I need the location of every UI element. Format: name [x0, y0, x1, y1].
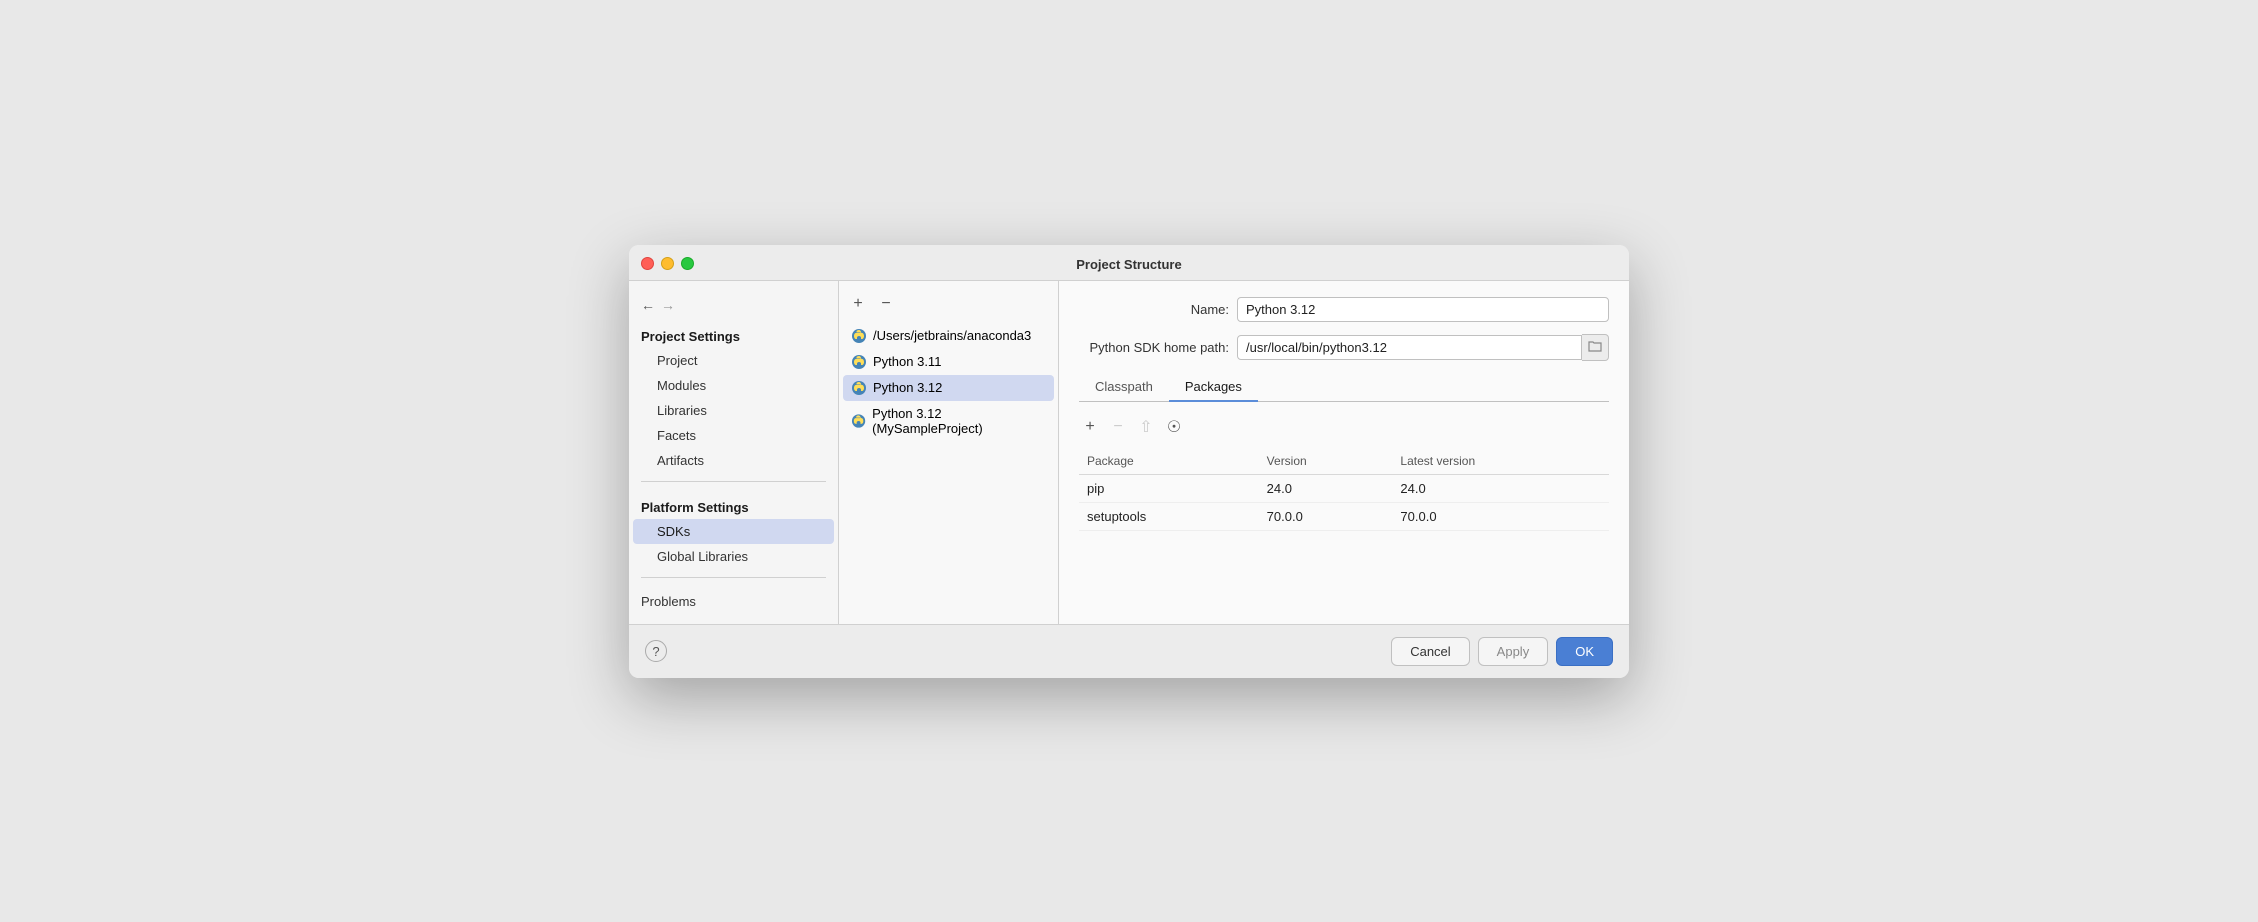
project-structure-window: Project Structure ← → Project Settings P… — [629, 245, 1629, 678]
sdk-item-python312[interactable]: Python 3.12 — [843, 375, 1054, 401]
python-icon — [851, 380, 867, 396]
sdk-toolbar: + − — [839, 289, 1058, 323]
minimize-button[interactable] — [661, 257, 674, 270]
cancel-button[interactable]: Cancel — [1391, 637, 1469, 666]
package-name-setuptools: setuptools — [1079, 502, 1259, 530]
sdk-item-python311[interactable]: Python 3.11 — [843, 349, 1054, 375]
packages-table: Package Version Latest version pip 24.0 … — [1079, 448, 1609, 531]
close-button[interactable] — [641, 257, 654, 270]
nav-row: ← → — [629, 291, 838, 319]
sidebar-divider — [641, 481, 826, 482]
sdk-item-anaconda3[interactable]: /Users/jetbrains/anaconda3 — [843, 323, 1054, 349]
sdk-path-input-group — [1237, 334, 1609, 361]
ok-button[interactable]: OK — [1556, 637, 1613, 666]
sidebar-item-facets[interactable]: Facets — [633, 423, 834, 448]
help-button[interactable]: ? — [645, 640, 667, 662]
sdk-list-panel: + − /Users/jetbrains/anaconda3 Python 3.… — [839, 281, 1059, 624]
titlebar: Project Structure — [629, 245, 1629, 281]
python-icon — [851, 413, 866, 429]
apply-button[interactable]: Apply — [1478, 637, 1549, 666]
sidebar-problems[interactable]: Problems — [629, 586, 838, 614]
package-latest-pip: 24.0 — [1392, 474, 1609, 502]
upload-package-button[interactable]: ⇧ — [1135, 416, 1157, 438]
python-icon — [851, 328, 867, 344]
sidebar: ← → Project Settings Project Modules Lib… — [629, 281, 839, 624]
sidebar-divider-2 — [641, 577, 826, 578]
sidebar-item-sdks[interactable]: SDKs — [633, 519, 834, 544]
sidebar-item-global-libraries[interactable]: Global Libraries — [633, 544, 834, 569]
sidebar-item-artifacts[interactable]: Artifacts — [633, 448, 834, 473]
tab-classpath[interactable]: Classpath — [1079, 373, 1169, 402]
package-version-pip: 24.0 — [1259, 474, 1393, 502]
python-icon — [851, 354, 867, 370]
package-version-setuptools: 70.0.0 — [1259, 502, 1393, 530]
col-package: Package — [1079, 448, 1259, 475]
project-settings-header: Project Settings — [629, 319, 838, 348]
folder-icon — [1588, 339, 1602, 353]
bottom-bar: ? Cancel Apply OK — [629, 624, 1629, 678]
back-arrow-icon[interactable]: ← — [641, 297, 655, 313]
remove-sdk-button[interactable]: − — [875, 293, 897, 315]
remove-package-button[interactable]: − — [1107, 416, 1129, 438]
package-latest-setuptools: 70.0.0 — [1392, 502, 1609, 530]
sdk-path-field-row: Python SDK home path: — [1079, 334, 1609, 361]
package-name-pip: pip — [1079, 474, 1259, 502]
packages-toolbar: + − ⇧ ☉ — [1079, 410, 1609, 444]
eye-package-button[interactable]: ☉ — [1163, 416, 1185, 438]
detail-panel: Name: Python SDK home path: Cl — [1059, 281, 1629, 624]
traffic-lights — [641, 257, 694, 270]
forward-arrow-icon[interactable]: → — [661, 297, 675, 313]
window-title: Project Structure — [1076, 257, 1181, 272]
maximize-button[interactable] — [681, 257, 694, 270]
main-content: ← → Project Settings Project Modules Lib… — [629, 281, 1629, 624]
table-row[interactable]: setuptools 70.0.0 70.0.0 — [1079, 502, 1609, 530]
add-sdk-button[interactable]: + — [847, 293, 869, 315]
sidebar-item-modules[interactable]: Modules — [633, 373, 834, 398]
name-field-row: Name: — [1079, 297, 1609, 322]
sdk-item-python312-sample[interactable]: Python 3.12 (MySampleProject) — [843, 401, 1054, 441]
tab-packages[interactable]: Packages — [1169, 373, 1258, 402]
name-input[interactable] — [1237, 297, 1609, 322]
bottom-actions: Cancel Apply OK — [1391, 637, 1613, 666]
sdk-path-label: Python SDK home path: — [1079, 340, 1229, 355]
col-latest: Latest version — [1392, 448, 1609, 475]
platform-settings-header: Platform Settings — [629, 490, 838, 519]
sdk-path-input[interactable] — [1237, 335, 1582, 360]
col-version: Version — [1259, 448, 1393, 475]
sidebar-item-project[interactable]: Project — [633, 348, 834, 373]
add-package-button[interactable]: + — [1079, 416, 1101, 438]
tabs-row: Classpath Packages — [1079, 373, 1609, 402]
sidebar-item-libraries[interactable]: Libraries — [633, 398, 834, 423]
name-label: Name: — [1079, 302, 1229, 317]
table-row[interactable]: pip 24.0 24.0 — [1079, 474, 1609, 502]
browse-button[interactable] — [1582, 334, 1609, 361]
